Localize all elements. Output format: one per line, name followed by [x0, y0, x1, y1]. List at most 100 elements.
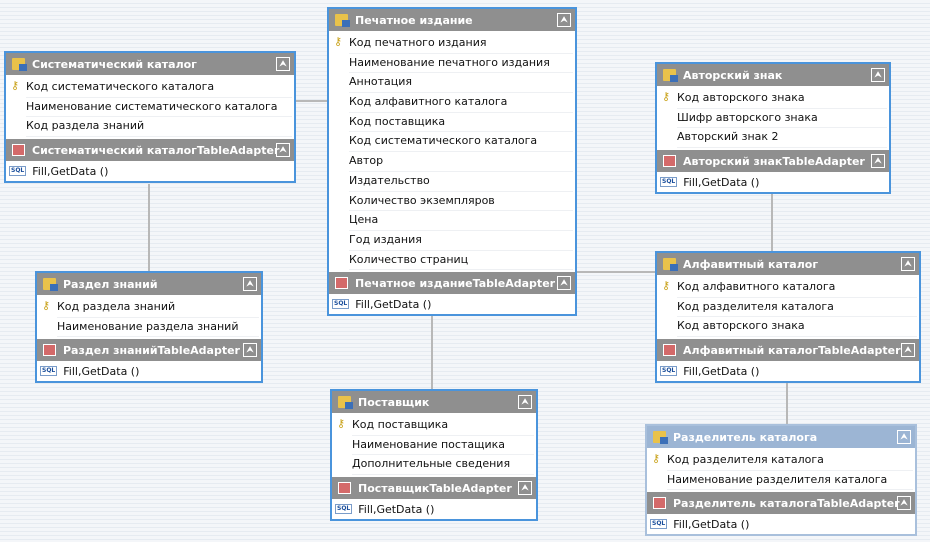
table-header[interactable]: Раздел знаний ⮝ — [37, 273, 261, 295]
datatable-post[interactable]: Поставщик ⮝ ⚷ Код поставщика Наименование … — [330, 389, 538, 522]
collapse-button[interactable]: ⮝ — [276, 57, 290, 71]
column-row[interactable]: Аннотация — [349, 73, 573, 94]
table-icon — [663, 258, 678, 271]
adapter-title: Разделитель каталогаTableAdapter — [673, 496, 900, 510]
collapse-button[interactable]: ⮝ — [557, 13, 571, 27]
relation-pech-post[interactable] — [431, 309, 433, 389]
adapter-header[interactable]: Систематический каталогTableAdapter ⮝ — [6, 139, 294, 162]
query-method[interactable]: SQL Fill,GetData () — [647, 514, 915, 534]
method-label: Fill,GetData () — [355, 297, 432, 311]
adapter-header[interactable]: Печатное изданиеTableAdapter ⮝ — [329, 272, 575, 295]
column-row[interactable]: Дополнительные сведения — [352, 455, 534, 476]
column-row[interactable]: Код разделителя каталога — [667, 451, 913, 471]
column-row[interactable]: Код разделителя каталога — [677, 298, 917, 318]
relation-pech-alf[interactable] — [577, 271, 655, 273]
method-label: Fill,GetData () — [683, 364, 760, 378]
table-header[interactable]: Алфавитный каталог ⮝ — [657, 253, 919, 275]
query-method[interactable]: SQL Fill,GetData () — [332, 499, 536, 519]
column-row[interactable]: Код поставщика — [352, 416, 534, 436]
primary-key-icon: ⚷ — [334, 35, 343, 48]
table-title: Алфавитный каталог — [683, 257, 819, 271]
query-method[interactable]: SQL Fill,GetData () — [657, 361, 919, 381]
adapter-title: ПоставщикTableAdapter — [358, 481, 512, 495]
relation-sys-pech[interactable] — [296, 100, 327, 102]
column-row[interactable]: Код авторского знака — [677, 89, 887, 109]
datatable-razdel[interactable]: Раздел знаний ⮝ ⚷ Код раздела знаний Наиме… — [35, 271, 263, 384]
table-header[interactable]: Разделитель каталога ⮝ — [647, 426, 915, 448]
datatable-alf[interactable]: Алфавитный каталог ⮝ ⚷ Код алфавитного ка… — [655, 251, 921, 384]
column-row[interactable]: Код алфавитного каталога — [677, 278, 917, 298]
table-title: Авторский знак — [683, 68, 783, 82]
adapter-header[interactable]: ПоставщикTableAdapter ⮝ — [332, 477, 536, 500]
column-row[interactable]: Код алфавитного каталога — [349, 93, 573, 113]
datatable-sys[interactable]: Систематический каталог ⮝ ⚷ Код системати… — [4, 51, 296, 184]
collapse-button[interactable]: ⮝ — [243, 277, 257, 291]
column-row[interactable]: Цена — [349, 211, 573, 231]
datatable-razd[interactable]: Разделитель каталога ⮝ ⚷ Код разделителя … — [645, 424, 917, 537]
table-adapter-icon — [43, 344, 56, 357]
collapse-button[interactable]: ⮝ — [897, 430, 911, 444]
method-label: Fill,GetData () — [683, 175, 760, 189]
column-row[interactable]: Автор — [349, 152, 573, 172]
column-row[interactable]: Код поставщика — [349, 113, 573, 133]
column-row[interactable]: Количество страниц — [349, 251, 573, 271]
column-row[interactable]: Наименование раздела знаний — [57, 318, 259, 338]
column-row[interactable]: Авторский знак 2 — [677, 128, 887, 149]
table-adapter-icon — [335, 277, 348, 290]
collapse-button[interactable]: ⮝ — [871, 154, 885, 169]
sql-query-icon: SQL — [650, 519, 668, 530]
query-method[interactable]: SQL Fill,GetData () — [37, 361, 261, 381]
collapse-button[interactable]: ⮝ — [518, 481, 532, 496]
relation-alf-razd[interactable] — [786, 383, 788, 424]
table-title: Печатное издание — [355, 13, 473, 27]
adapter-header[interactable]: Алфавитный каталогTableAdapter ⮝ — [657, 339, 919, 362]
collapse-button[interactable]: ⮝ — [901, 257, 915, 271]
column-row[interactable]: Издательство — [349, 172, 573, 192]
table-header[interactable]: Печатное издание ⮝ — [329, 9, 575, 31]
collapse-button[interactable]: ⮝ — [276, 143, 290, 158]
adapter-header[interactable]: Раздел знанийTableAdapter ⮝ — [37, 339, 261, 362]
primary-key-icon: ⚷ — [42, 299, 51, 312]
column-list: ⚷ Код раздела знаний Наименование раздела … — [37, 295, 261, 339]
column-row[interactable]: Шифр авторского знака — [677, 109, 887, 129]
table-adapter-icon — [663, 344, 676, 357]
column-row[interactable]: Количество экземпляров — [349, 192, 573, 212]
collapse-button[interactable]: ⮝ — [518, 395, 532, 409]
column-row[interactable]: Код авторского знака — [677, 317, 917, 338]
column-row[interactable]: Год издания — [349, 231, 573, 251]
collapse-button[interactable]: ⮝ — [871, 68, 885, 82]
column-row[interactable]: Наименование разделителя каталога — [667, 471, 913, 491]
sql-query-icon: SQL — [40, 366, 58, 377]
datatable-avt[interactable]: Авторский знак ⮝ ⚷ Код авторского знака Ши… — [655, 62, 891, 195]
table-header[interactable]: Систематический каталог ⮝ — [6, 53, 294, 75]
column-list: ⚷ Код печатного издания Наименование печат… — [329, 31, 575, 272]
column-row[interactable]: Код печатного издания — [349, 34, 573, 54]
column-row[interactable]: Наименование печатного издания — [349, 54, 573, 74]
column-row[interactable]: Код раздела знаний — [57, 298, 259, 318]
column-row[interactable]: Наименование систематического каталога — [26, 98, 292, 118]
table-icon — [338, 396, 353, 409]
table-title: Разделитель каталога — [673, 430, 818, 444]
column-row[interactable]: Наименование постащика — [352, 436, 534, 456]
collapse-button[interactable]: ⮝ — [897, 496, 911, 511]
query-method[interactable]: SQL Fill,GetData () — [329, 294, 575, 314]
relation-sys-razdel[interactable] — [148, 184, 150, 271]
query-method[interactable]: SQL Fill,GetData () — [6, 161, 294, 181]
column-row[interactable]: Код систематического каталога — [349, 132, 573, 153]
table-icon — [335, 14, 350, 27]
column-row[interactable]: Код раздела знаний — [26, 117, 292, 138]
collapse-button[interactable]: ⮝ — [243, 343, 257, 358]
query-method[interactable]: SQL Fill,GetData () — [657, 172, 889, 192]
column-row[interactable]: Код систематического каталога — [26, 78, 292, 98]
datatable-pech[interactable]: Печатное издание ⮝ ⚷ Код печатного издани… — [327, 7, 577, 317]
collapse-button[interactable]: ⮝ — [901, 343, 915, 358]
adapter-header[interactable]: Авторский знакTableAdapter ⮝ — [657, 150, 889, 173]
primary-key-icon: ⚷ — [662, 90, 671, 103]
adapter-header[interactable]: Разделитель каталогаTableAdapter ⮝ — [647, 492, 915, 515]
relation-avt-alf[interactable] — [771, 194, 773, 251]
primary-key-icon: ⚷ — [337, 417, 346, 430]
table-header[interactable]: Поставщик ⮝ — [332, 391, 536, 413]
table-header[interactable]: Авторский знак ⮝ — [657, 64, 889, 86]
collapse-button[interactable]: ⮝ — [557, 276, 571, 291]
table-title: Поставщик — [358, 395, 430, 409]
